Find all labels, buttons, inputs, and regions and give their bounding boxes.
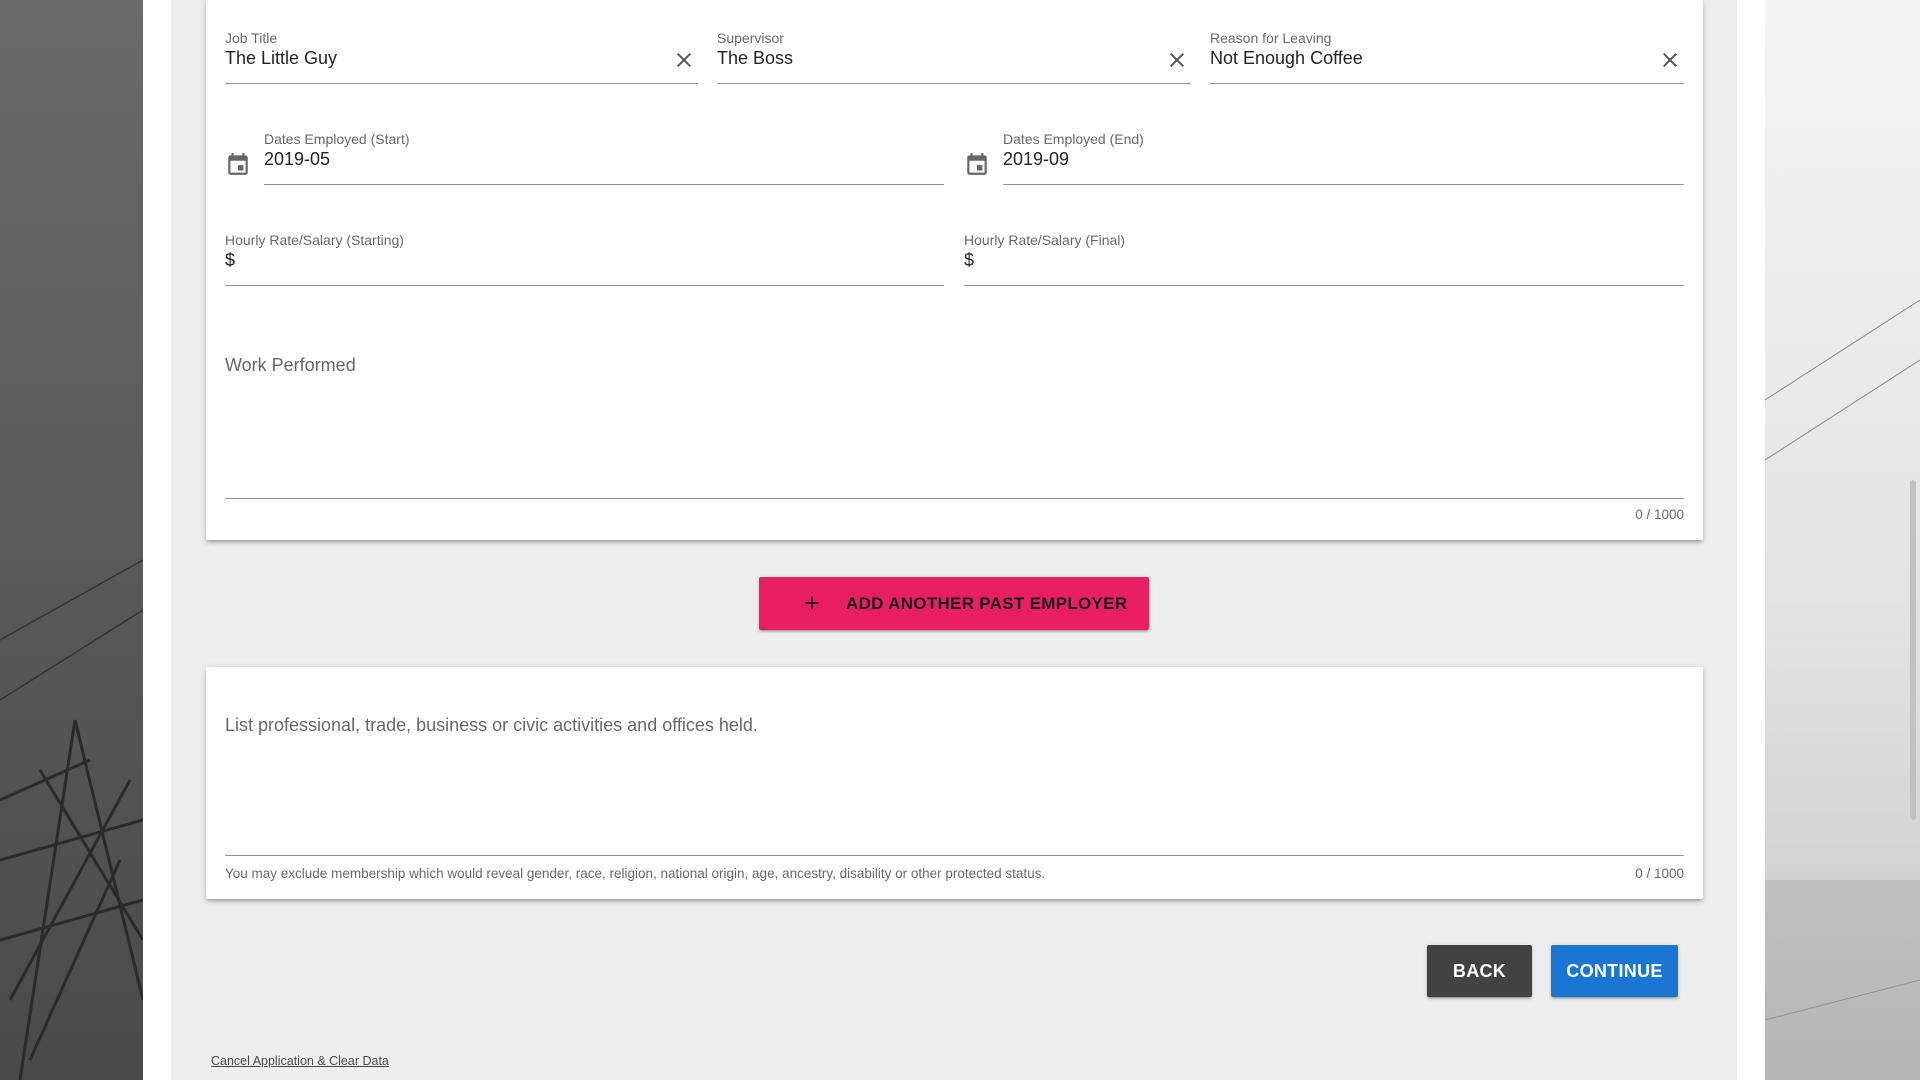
form-content: Job Title The Little Guy Supervisor The … [171, 0, 1737, 1080]
reason-for-leaving-field[interactable]: Reason for Leaving Not Enough Coffee [1210, 30, 1684, 85]
date-start-underline [264, 184, 944, 185]
close-icon[interactable] [1658, 48, 1682, 72]
page-container: Job Title The Little Guy Supervisor The … [143, 0, 1765, 1080]
job-title-field[interactable]: Job Title The Little Guy [225, 30, 698, 85]
activities-hint: You may exclude membership which would r… [225, 866, 1046, 881]
add-another-employer-button[interactable]: ADD ANOTHER PAST EMPLOYER [759, 577, 1149, 630]
background-right-panel [1765, 0, 1920, 1080]
supervisor-underline [717, 83, 1191, 84]
background-left-panel [0, 0, 143, 1080]
activities-counter: 0 / 1000 [1635, 866, 1684, 881]
close-icon[interactable] [1165, 48, 1189, 72]
work-performed-underline [225, 498, 1684, 499]
job-title-underline [225, 83, 698, 84]
date-start-value[interactable]: 2019-05 [264, 149, 330, 170]
supervisor-label: Supervisor [717, 30, 784, 46]
job-title-label: Job Title [225, 30, 278, 46]
rate-starting-field[interactable]: Hourly Rate/Salary (Starting) $ [225, 232, 944, 287]
rate-final-field[interactable]: Hourly Rate/Salary (Final) $ [964, 232, 1684, 287]
plus-icon [805, 596, 819, 610]
supervisor-value[interactable]: The Boss [717, 48, 793, 69]
activities-textarea[interactable]: List professional, trade, business or ci… [225, 715, 1684, 857]
date-start-field[interactable]: Dates Employed (Start) 2019-05 [264, 131, 944, 186]
date-end-underline [1003, 184, 1684, 185]
powerline-background-image [1765, 299, 1920, 1080]
date-start-label: Dates Employed (Start) [264, 131, 410, 147]
activities-label: List professional, trade, business or ci… [225, 715, 758, 735]
date-end-label: Dates Employed (End) [1003, 131, 1144, 147]
calendar-icon[interactable] [964, 151, 990, 177]
rate-starting-underline [225, 285, 944, 286]
job-title-value[interactable]: The Little Guy [225, 48, 337, 69]
tower-background-image [0, 559, 143, 1080]
activities-card: List professional, trade, business or ci… [206, 667, 1703, 899]
supervisor-field[interactable]: Supervisor The Boss [717, 30, 1191, 85]
cancel-application-link[interactable]: Cancel Application & Clear Data [211, 1054, 389, 1068]
work-performed-label: Work Performed [225, 355, 356, 375]
scrollbar-thumb[interactable] [1910, 480, 1916, 820]
rate-starting-label: Hourly Rate/Salary (Starting) [225, 232, 404, 248]
calendar-icon[interactable] [225, 151, 251, 177]
rate-final-underline [964, 285, 1684, 286]
date-end-field[interactable]: Dates Employed (End) 2019-09 [1003, 131, 1684, 186]
reason-for-leaving-value[interactable]: Not Enough Coffee [1210, 48, 1363, 69]
back-button[interactable]: BACK [1427, 945, 1532, 997]
work-performed-counter: 0 / 1000 [1635, 507, 1684, 522]
reason-for-leaving-underline [1210, 83, 1684, 84]
past-employer-card: Job Title The Little Guy Supervisor The … [206, 0, 1703, 540]
date-end-value[interactable]: 2019-09 [1003, 149, 1069, 170]
continue-button[interactable]: CONTINUE [1551, 945, 1678, 997]
reason-for-leaving-label: Reason for Leaving [1210, 30, 1332, 46]
rate-starting-prefix: $ [225, 250, 236, 270]
rate-final-prefix: $ [964, 250, 975, 270]
work-performed-textarea[interactable]: Work Performed [225, 355, 1684, 500]
activities-underline [225, 855, 1684, 856]
rate-final-label: Hourly Rate/Salary (Final) [964, 232, 1126, 248]
close-icon[interactable] [672, 48, 696, 72]
add-another-employer-label: ADD ANOTHER PAST EMPLOYER [846, 594, 1128, 613]
